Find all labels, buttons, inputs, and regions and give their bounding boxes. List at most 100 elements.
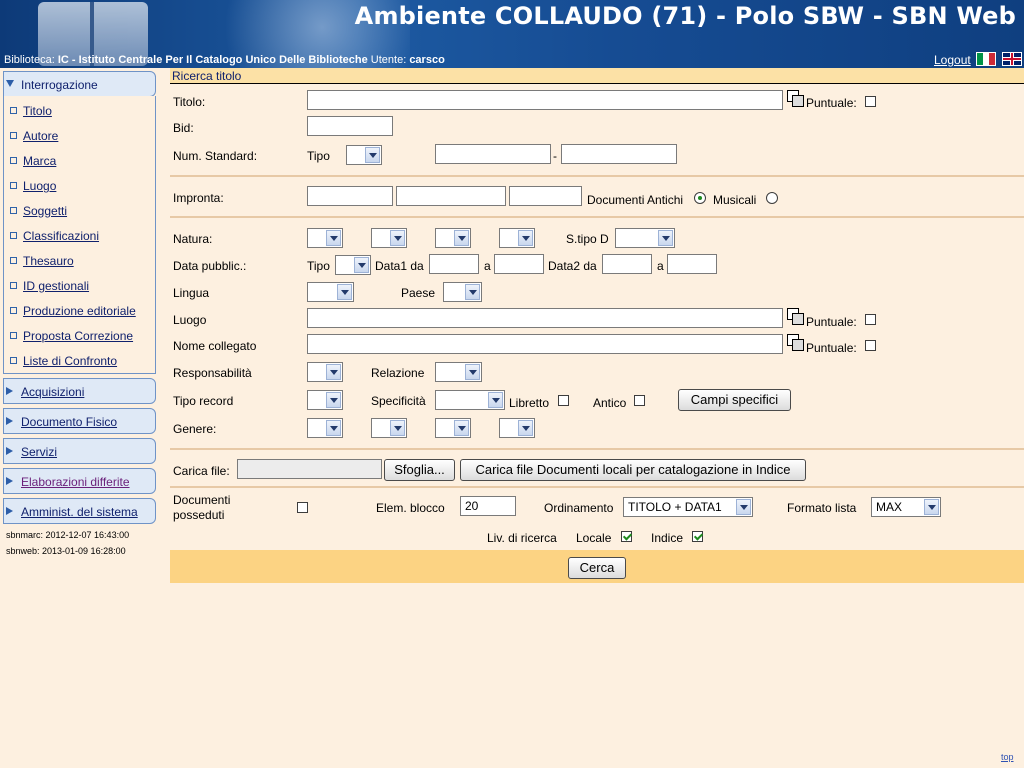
chevron-right-icon	[6, 507, 13, 515]
sidebar-section-label: Interrogazione	[21, 78, 98, 92]
bullet-icon	[10, 332, 17, 340]
titolo-input[interactable]	[307, 90, 783, 110]
cerca-button[interactable]: Cerca	[568, 557, 626, 579]
num-standard-tipo-select[interactable]	[346, 145, 382, 165]
sidebar-section-elaborazioni-differite[interactable]: Elaborazioni differite	[3, 468, 156, 494]
stipo-select[interactable]	[615, 228, 675, 248]
specificita-select[interactable]	[435, 390, 505, 410]
italian-flag-icon[interactable]	[976, 52, 996, 66]
puntuale-label: Puntuale:	[806, 315, 857, 329]
carica-file-input[interactable]	[237, 459, 382, 479]
campi-specifici-button[interactable]: Campi specifici	[678, 389, 791, 411]
genere-select-4[interactable]	[499, 418, 535, 438]
formato-lista-select[interactable]: MAX	[871, 497, 941, 517]
paese-select[interactable]	[443, 282, 482, 302]
divider	[170, 216, 1024, 218]
bid-label: Bid:	[173, 121, 194, 135]
natura-select-2[interactable]	[371, 228, 407, 248]
impronta-input-3[interactable]	[509, 186, 582, 206]
data1-a-input[interactable]	[494, 254, 544, 274]
sidebar-item-proposta-correzione[interactable]: Proposta Correzione	[10, 329, 133, 343]
divider	[170, 175, 1024, 177]
musicali-label: Musicali	[713, 193, 757, 207]
sidebar-section-documento-fisico[interactable]: Documento Fisico	[3, 408, 156, 434]
sidebar-item-liste-di-confronto[interactable]: Liste di Confronto	[10, 354, 117, 368]
bullet-icon	[10, 232, 17, 240]
musicali-radio[interactable]	[766, 192, 778, 204]
chevron-right-icon	[6, 387, 13, 395]
data1-da-label: Data1 da	[375, 259, 424, 273]
carica-file-button[interactable]: Carica file Documenti locali per catalog…	[460, 459, 806, 481]
lookup-icon[interactable]	[787, 90, 804, 107]
responsabilita-label: Responsabilità	[173, 366, 252, 380]
sidebar-section-acquisizioni[interactable]: Acquisizioni	[3, 378, 156, 404]
bullet-icon	[10, 357, 17, 365]
locale-checkbox[interactable]	[621, 531, 632, 542]
bullet-icon	[10, 207, 17, 215]
english-flag-icon[interactable]	[1002, 52, 1022, 66]
lingua-select[interactable]	[307, 282, 354, 302]
documenti-antichi-radio[interactable]	[694, 192, 706, 204]
documenti-posseduti-label-1: Documenti	[173, 493, 231, 507]
num-standard-input-2[interactable]	[561, 144, 677, 164]
sidebar-item-autore[interactable]: Autore	[10, 129, 58, 143]
data2-da-input[interactable]	[602, 254, 652, 274]
sidebar-item-soggetti[interactable]: Soggetti	[10, 204, 67, 218]
documenti-antichi-label: Documenti Antichi	[587, 193, 684, 207]
top-link[interactable]: top	[1001, 752, 1014, 762]
sidebar-item-produzione-editoriale[interactable]: Produzione editoriale	[10, 304, 136, 318]
documenti-posseduti-checkbox[interactable]	[297, 502, 308, 513]
natura-select-4[interactable]	[499, 228, 535, 248]
luogo-puntuale-checkbox[interactable]	[865, 314, 876, 325]
luogo-input[interactable]	[307, 308, 783, 328]
locale-label: Locale	[576, 531, 612, 545]
lookup-icon[interactable]	[787, 308, 804, 325]
sidebar-section-label: Servizi	[21, 445, 58, 459]
luogo-label: Luogo	[173, 313, 207, 327]
elem-blocco-input[interactable]	[460, 496, 516, 516]
antico-checkbox[interactable]	[634, 395, 645, 406]
logout-link[interactable]: Logout	[934, 53, 971, 67]
natura-select-3[interactable]	[435, 228, 471, 248]
bullet-icon	[10, 307, 17, 315]
libretto-checkbox[interactable]	[558, 395, 569, 406]
stipo-label: S.tipo D	[566, 232, 609, 246]
natura-select-1[interactable]	[307, 228, 343, 248]
bid-input[interactable]	[307, 116, 393, 136]
titolo-puntuale-checkbox[interactable]	[865, 96, 876, 107]
data1-da-input[interactable]	[429, 254, 479, 274]
genere-select-3[interactable]	[435, 418, 471, 438]
tipo-record-select[interactable]	[307, 390, 343, 410]
nome-collegato-puntuale-checkbox[interactable]	[865, 340, 876, 351]
indice-label: Indice	[651, 531, 684, 545]
genere-select-1[interactable]	[307, 418, 343, 438]
sidebar-item-titolo[interactable]: Titolo	[10, 104, 52, 118]
sidebar-item-marca[interactable]: Marca	[10, 154, 56, 168]
indice-checkbox[interactable]	[692, 531, 703, 542]
num-standard-input-1[interactable]	[435, 144, 551, 164]
sfoglia-button[interactable]: Sfoglia...	[384, 459, 455, 481]
data-tipo-select[interactable]	[335, 255, 371, 275]
bullet-icon	[10, 107, 17, 115]
lingua-label: Lingua	[173, 286, 210, 300]
sidebar-section-amministrazione[interactable]: Amminist. del sistema	[3, 498, 156, 524]
sidebar-section-servizi[interactable]: Servizi	[3, 438, 156, 464]
data2-a-input[interactable]	[667, 254, 717, 274]
lookup-icon[interactable]	[787, 334, 804, 351]
responsabilita-select[interactable]	[307, 362, 343, 382]
relazione-select[interactable]	[435, 362, 482, 382]
impronta-input-1[interactable]	[307, 186, 393, 206]
sidebar-item-classificazioni[interactable]: Classificazioni	[10, 229, 99, 243]
sidebar-item-luogo[interactable]: Luogo	[10, 179, 56, 193]
dash-separator: -	[553, 149, 557, 163]
impronta-input-2[interactable]	[396, 186, 506, 206]
nome-collegato-input[interactable]	[307, 334, 783, 354]
formato-lista-label: Formato lista	[787, 501, 857, 515]
sidebar-item-id-gestionali[interactable]: ID gestionali	[10, 279, 89, 293]
relazione-label: Relazione	[371, 366, 425, 380]
genere-select-2[interactable]	[371, 418, 407, 438]
sidebar-section-interrogazione[interactable]: Interrogazione	[3, 71, 156, 97]
sidebar-item-thesauro[interactable]: Thesauro	[10, 254, 74, 268]
ordinamento-select[interactable]: TITOLO + DATA1	[623, 497, 753, 517]
version-sbnweb: sbnweb: 2013-01-09 16:28:00	[6, 546, 126, 556]
